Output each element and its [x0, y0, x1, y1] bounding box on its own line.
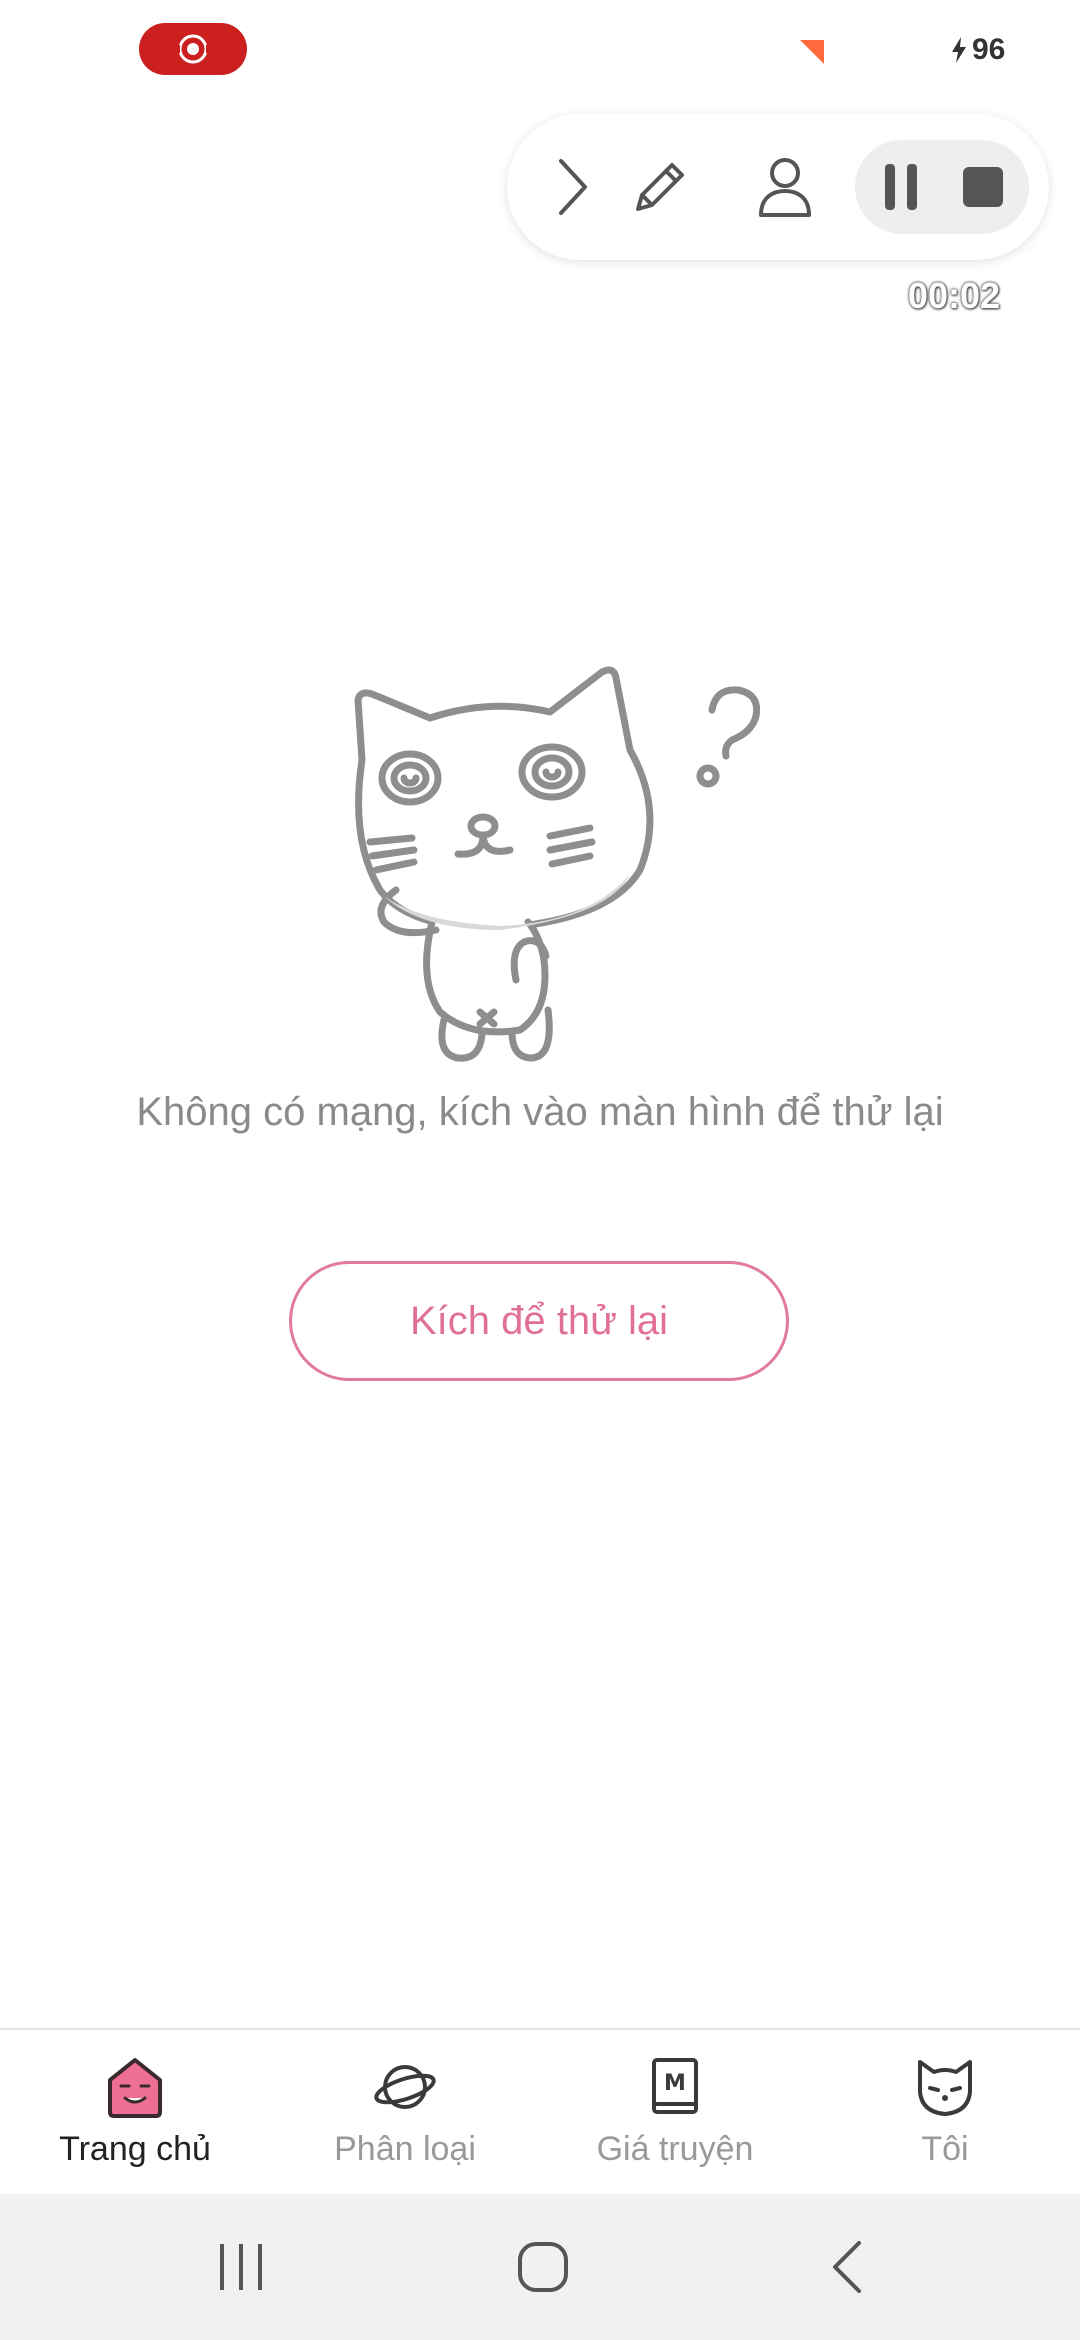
nav-label-home: Trang chủ: [59, 2130, 211, 2168]
bottom-navigation: Trang chủ Phân loại M Giá truyện Tôi: [0, 2028, 1080, 2196]
stop-button[interactable]: [947, 140, 1019, 234]
recents-icon: [220, 2244, 262, 2290]
status-bar: 96: [0, 0, 1080, 100]
pause-stop-group: [855, 140, 1029, 234]
nav-tab-me[interactable]: Tôi: [810, 2030, 1080, 2196]
nav-tab-home[interactable]: Trang chủ: [0, 2030, 270, 2196]
charging-bolt-icon: [952, 37, 966, 63]
nav-label-me: Tôi: [921, 2130, 969, 2168]
recents-button[interactable]: [181, 2194, 301, 2340]
pause-icon: [885, 164, 917, 210]
back-icon: [833, 2241, 861, 2293]
pen-icon: [636, 163, 684, 211]
person-icon: [759, 158, 811, 217]
screen-record-icon: [176, 34, 210, 64]
notification-flag-icon: [800, 40, 824, 64]
pause-button[interactable]: [865, 140, 937, 234]
nav-label-bookshelf: Giá truyện: [596, 2130, 754, 2168]
system-navigation-bar: [0, 2194, 1080, 2340]
stop-icon: [963, 167, 1003, 207]
nav-label-category: Phân loại: [334, 2130, 476, 2168]
planet-icon: [374, 2065, 436, 2109]
svg-text:M: M: [664, 2071, 686, 2096]
back-button[interactable]: [787, 2194, 907, 2340]
cat-face-icon: [918, 2060, 972, 2116]
book-icon: M: [652, 2058, 698, 2114]
expand-arrow-icon: [559, 159, 587, 215]
no-network-message: Không có mạng, kích vào màn hình để thử …: [136, 1090, 944, 1134]
face-cam-button[interactable]: [740, 114, 830, 260]
home-icon: [108, 2058, 162, 2118]
recorder-toolbar: [507, 114, 1049, 260]
nav-tab-category[interactable]: Phân loại: [270, 2030, 540, 2196]
recording-timer: 00:02: [907, 275, 1000, 316]
home-button-icon: [518, 2242, 568, 2292]
expand-toolbar-button[interactable]: [543, 114, 603, 260]
battery-level: 96: [972, 33, 1006, 66]
home-system-button[interactable]: [483, 2194, 603, 2340]
battery-indicator: 96: [950, 30, 1005, 70]
confused-cat-illustration: [354, 666, 761, 1062]
draw-button[interactable]: [615, 114, 705, 260]
retry-button[interactable]: Kích để thử lại: [289, 1261, 789, 1381]
screen-record-indicator[interactable]: [139, 23, 247, 75]
nav-tab-bookshelf[interactable]: M Giá truyện: [540, 2030, 810, 2196]
